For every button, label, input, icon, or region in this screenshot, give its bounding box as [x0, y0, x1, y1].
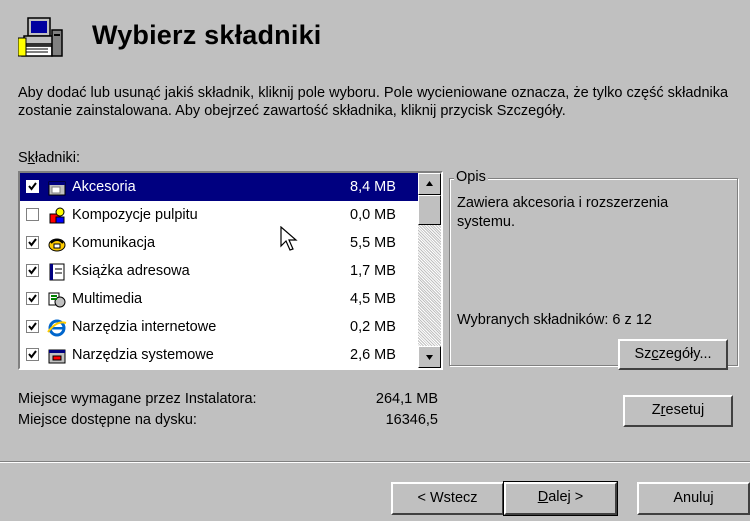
component-name: Kompozycje pulpitu — [72, 207, 198, 223]
list-item[interactable]: Narzędzia internetowe 0,2 MB — [20, 313, 418, 341]
list-item[interactable]: Akcesoria 8,4 MB — [20, 173, 418, 201]
multimedia-icon — [48, 292, 66, 308]
checkmark-icon — [28, 182, 37, 191]
space-available-value: 16346,5 — [385, 412, 438, 428]
instructions-text: Aby dodać lub usunąć jakiś składnik, kli… — [18, 85, 729, 119]
components-listbox[interactable]: Akcesoria 8,4 MB Kompozycje pulpitu 0,0 MB K… — [18, 171, 443, 370]
space-required-value: 264,1 MB — [375, 391, 438, 407]
component-checkbox[interactable] — [26, 236, 39, 249]
separator — [0, 461, 750, 463]
accessories-icon — [48, 181, 66, 196]
reset-button[interactable]: Zresetuj — [623, 395, 733, 427]
checkmark-icon — [28, 350, 37, 359]
arrow-up-icon — [426, 181, 433, 186]
setup-computer-icon — [18, 17, 63, 57]
description-legend: Opis — [454, 169, 488, 185]
component-name: Książka adresowa — [72, 263, 190, 279]
checkmark-icon — [28, 322, 37, 331]
checkmark-icon — [28, 238, 37, 247]
component-checkbox[interactable] — [26, 264, 39, 277]
component-name: Komunikacja — [72, 235, 156, 251]
checkmark-icon — [28, 266, 37, 275]
checkmark-icon — [28, 294, 37, 303]
component-size: 8,4 MB — [350, 179, 396, 195]
component-description: Zawiera akcesoria i rozszerzenia systemu… — [457, 195, 669, 230]
list-item[interactable]: Komunikacja 5,5 MB — [20, 229, 418, 257]
list-item[interactable]: Multimedia 4,5 MB — [20, 285, 418, 313]
component-size: 0,2 MB — [350, 319, 396, 335]
back-button[interactable]: < Wstecz — [391, 482, 504, 515]
component-size: 5,5 MB — [350, 235, 396, 251]
component-name: Narzędzia systemowe — [72, 347, 214, 363]
component-checkbox[interactable] — [26, 292, 39, 305]
selected-count: Wybranych składników: 6 z 12 — [457, 312, 652, 328]
component-checkbox[interactable] — [26, 348, 39, 361]
mouse-pointer-icon — [280, 226, 298, 251]
details-button[interactable]: Szczegóły... — [618, 339, 728, 370]
list-item[interactable]: Narzędzia systemowe 2,6 MB — [20, 341, 418, 368]
component-size: 0,0 MB — [350, 207, 396, 223]
next-button[interactable]: Dalej > — [503, 481, 618, 516]
system-tools-icon — [48, 349, 66, 364]
component-checkbox[interactable] — [26, 208, 39, 221]
scroll-thumb[interactable] — [418, 195, 441, 225]
scroll-down-button[interactable] — [418, 346, 441, 368]
communications-icon — [48, 238, 66, 252]
space-required-label: Miejsce wymagane przez Instalatora: — [18, 391, 257, 407]
component-checkbox[interactable] — [26, 180, 39, 193]
desktop-themes-icon — [49, 207, 65, 224]
space-available-label: Miejsce dostępne na dysku: — [18, 412, 197, 428]
component-size: 4,5 MB — [350, 291, 396, 307]
component-name: Multimedia — [72, 291, 143, 307]
component-name: Narzędzia internetowe — [72, 319, 217, 335]
address-book-icon — [49, 263, 65, 281]
components-label: Składniki: — [18, 150, 81, 166]
component-size: 1,7 MB — [350, 263, 396, 279]
cancel-button[interactable]: Anuluj — [637, 482, 750, 515]
arrow-down-icon — [426, 355, 433, 360]
internet-explorer-icon — [47, 319, 67, 337]
page-title: Wybierz składniki — [92, 20, 322, 50]
list-item[interactable]: Książka adresowa 1,7 MB — [20, 257, 418, 285]
list-scrollbar[interactable] — [418, 173, 441, 368]
components-list: Akcesoria 8,4 MB Kompozycje pulpitu 0,0 MB K… — [20, 173, 418, 368]
scroll-up-button[interactable] — [418, 173, 441, 195]
component-checkbox[interactable] — [26, 320, 39, 333]
list-item[interactable]: Kompozycje pulpitu 0,0 MB — [20, 201, 418, 229]
component-size: 2,6 MB — [350, 347, 396, 363]
component-name: Akcesoria — [72, 179, 136, 195]
